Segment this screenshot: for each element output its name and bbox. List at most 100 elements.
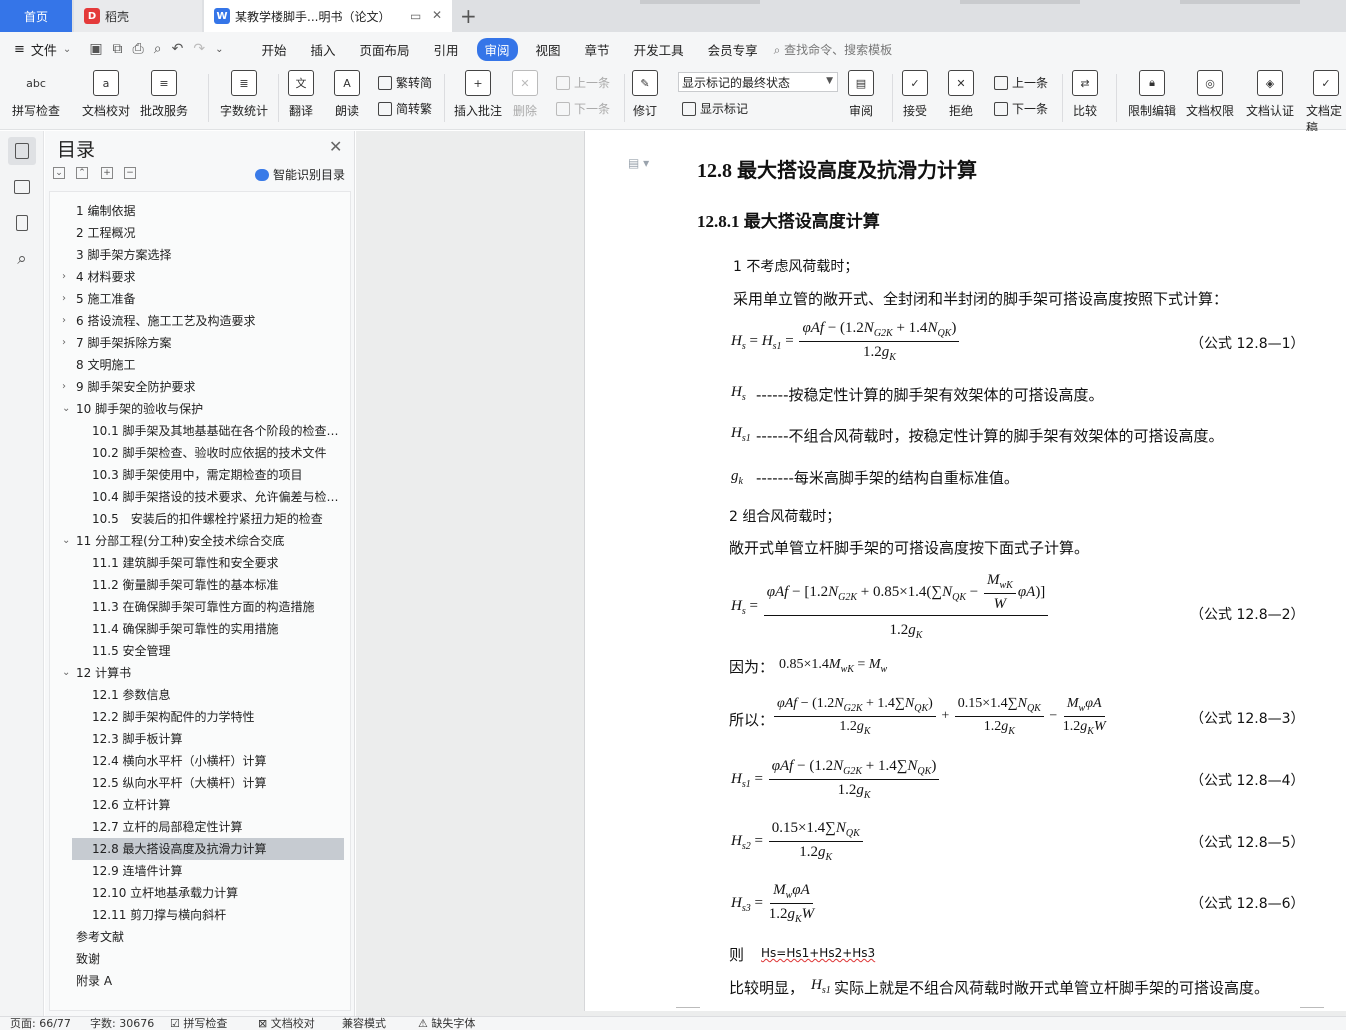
read-aloud-button[interactable]: A 朗读 [334,70,360,119]
reject-button[interactable]: ✕ 拒绝 [948,70,974,119]
toc-item[interactable]: ⌄ 12 计算书 [50,662,346,684]
add-heading-icon[interactable]: + [101,167,113,179]
missing-font[interactable]: ⚠ 缺失字体 [418,1017,475,1030]
find-nav-button[interactable]: ⌕ [8,245,36,273]
toc-item[interactable]: › 6 搭设流程、施工工艺及构造要求 [50,310,346,332]
toc-item[interactable]: 12.6 立杆计算 [72,794,344,816]
toc-item[interactable]: 11.3 在确保脚手架可靠性方面的构造措施 [72,596,344,618]
export-pdf-icon[interactable]: ⧉ [113,41,123,57]
toc-item[interactable]: 10.1 脚手架及其地基基础在各个阶段的检查与验收 [72,420,344,442]
tab-daoke[interactable]: D 稻壳 [74,0,202,32]
toc-item[interactable]: 致谢 [50,948,346,970]
toc-item[interactable]: 11.1 建筑脚手架可靠性和安全要求 [72,552,344,574]
smart-toc-button[interactable]: 智能识别目录 [255,166,345,183]
toc-item[interactable]: 11.5 安全管理 [72,640,344,662]
compare-button[interactable]: ⇄ 比较 [1072,70,1098,119]
toc-item[interactable]: ⌄ 11 分部工程(分工种)安全技术综合交底 [50,530,346,552]
chevron-right-icon[interactable]: › [62,332,66,354]
annotate-service-button[interactable]: ≡ 批改服务 [140,70,188,119]
toc-item[interactable]: 1 编制依据 [50,200,346,222]
chevron-down-icon[interactable]: ⌄ [62,530,70,552]
toc-item[interactable]: 8 文明施工 [50,354,346,376]
next-comment-button[interactable]: 下一条 [556,100,610,117]
toc-item[interactable]: 10.5 安装后的扣件螺栓拧紧扭力矩的检查 [72,508,344,530]
toc-item[interactable]: 12.11 剪刀撑与横向斜杆 [72,904,344,926]
status-doc-proof[interactable]: ⊠ 文档校对 [258,1017,315,1030]
toc-item[interactable]: › 9 脚手架安全防护要求 [50,376,346,398]
menu-member[interactable]: 会员专享 [696,40,770,59]
chevron-right-icon[interactable]: › [62,376,66,398]
doc-certify-button[interactable]: ◈ 文档认证 [1246,70,1294,119]
prev-comment-button[interactable]: 上一条 [556,74,610,91]
prev-change-button[interactable]: 上一条 [994,74,1048,91]
close-tab-icon[interactable]: ✕ [432,8,442,22]
toc-item[interactable]: 3 脚手架方案选择 [50,244,346,266]
toc-item[interactable]: 12.2 脚手架构配件的力学特性 [72,706,344,728]
menu-review[interactable]: 审阅 [476,37,518,61]
customize-toolbar-icon[interactable]: ⌄ [215,44,223,55]
toc-item[interactable]: › 7 脚手架拆除方案 [50,332,346,354]
chevron-right-icon[interactable]: › [62,266,66,288]
chevron-right-icon[interactable]: › [62,288,66,310]
toc-item[interactable]: › 5 施工准备 [50,288,346,310]
toc-item[interactable]: 12.1 参数信息 [72,684,344,706]
toc-item[interactable]: 12.8 最大搭设高度及抗滑力计算 [72,838,344,860]
menu-page-layout[interactable]: 页面布局 [347,40,421,59]
simplified-to-traditional-button[interactable]: 简转繁 [378,100,432,117]
next-change-button[interactable]: 下一条 [994,100,1048,117]
chevron-right-icon[interactable]: › [62,310,66,332]
doc-finalize-button[interactable]: ✓ 文档定稿 [1306,70,1346,136]
expand-up-icon[interactable]: ⌃ [76,167,88,179]
menu-start[interactable]: 开始 [249,40,298,59]
markup-mode-select[interactable]: 显示标记的最终状态 ▼ [678,72,838,92]
redo-icon[interactable]: ↷ [193,41,205,57]
word-count-button[interactable]: ≣ 字数统计 [220,70,268,119]
toc-item[interactable]: 10.3 脚手架使用中，需定期检查的项目 [72,464,344,486]
save-icon[interactable]: ▣ [89,41,102,57]
new-tab-button[interactable]: + [460,4,477,28]
delete-comment-button[interactable]: ✕ 删除 [512,70,538,119]
menu-developer[interactable]: 开发工具 [622,40,696,59]
spellcheck-button[interactable]: abc 拼写检查 [12,70,60,119]
undo-icon[interactable]: ↶ [172,41,184,57]
file-menu[interactable]: ≡ 文件 ⌄ [14,40,71,59]
toc-item[interactable]: 12.10 立杆地基承载力计算 [72,882,344,904]
toc-item[interactable]: 12.5 纵向水平杆（大横杆）计算 [72,772,344,794]
toc-item[interactable]: 10.2 脚手架检查、验收时应依据的技术文件 [72,442,344,464]
insert-comment-button[interactable]: + 插入批注 [454,70,502,119]
menu-view[interactable]: 视图 [524,40,573,59]
word-count-indicator[interactable]: 字数: 30676 [90,1017,154,1030]
track-changes-button[interactable]: ✎ 修订 [632,70,658,119]
status-spellcheck[interactable]: ☑ 拼写检查 [170,1017,227,1030]
review-pane-button[interactable]: ▤ 审阅 [848,70,874,119]
paragraph-handle-icon[interactable]: ▤ ▾ [628,156,649,170]
show-markup-button[interactable]: 显示标记 [682,100,748,117]
toc-item[interactable]: 参考文献 [50,926,346,948]
restrict-edit-button[interactable]: 🔒︎ 限制编辑 [1128,70,1176,119]
toc-item[interactable]: 12.9 连墙件计算 [72,860,344,882]
tab-document[interactable]: W 某教学楼脚手...明书（论文） ▭ ✕ [204,0,452,32]
menu-section[interactable]: 章节 [573,40,622,59]
toc-item[interactable]: 10.4 脚手架搭设的技术要求、允许偏差与检验方法 [72,486,344,508]
pin-tab-icon[interactable]: ▭ [410,9,421,23]
toc-item[interactable]: 12.7 立杆的局部稳定性计算 [72,816,344,838]
doc-permission-button[interactable]: ◎ 文档权限 [1186,70,1234,119]
toc-nav-button[interactable] [8,137,36,165]
toc-item[interactable]: 12.3 脚手板计算 [72,728,344,750]
collapse-all-icon[interactable]: ⌄ [53,167,65,179]
toc-item[interactable]: ⌄ 10 脚手架的验收与保护 [50,398,346,420]
command-search[interactable]: ⌕ 查找命令、搜索模板 [774,41,893,58]
bookmark-nav-button[interactable] [8,209,36,237]
tab-home[interactable]: 首页 [0,0,72,32]
toc-item[interactable]: 11.2 衡量脚手架可靠性的基本标准 [72,574,344,596]
print-icon[interactable]: ⎙ [133,41,144,57]
toc-item[interactable]: 2 工程概况 [50,222,346,244]
toc-item[interactable]: › 4 材料要求 [50,266,346,288]
menu-references[interactable]: 引用 [422,40,471,59]
toc-item[interactable]: 12.4 横向水平杆（小横杆）计算 [72,750,344,772]
translate-button[interactable]: 文 翻译 [288,70,314,119]
chevron-down-icon[interactable]: ⌄ [62,662,70,684]
page-indicator[interactable]: 页面: 66/77 [10,1017,71,1030]
remove-heading-icon[interactable]: − [124,167,136,179]
chapter-nav-button[interactable] [8,173,36,201]
